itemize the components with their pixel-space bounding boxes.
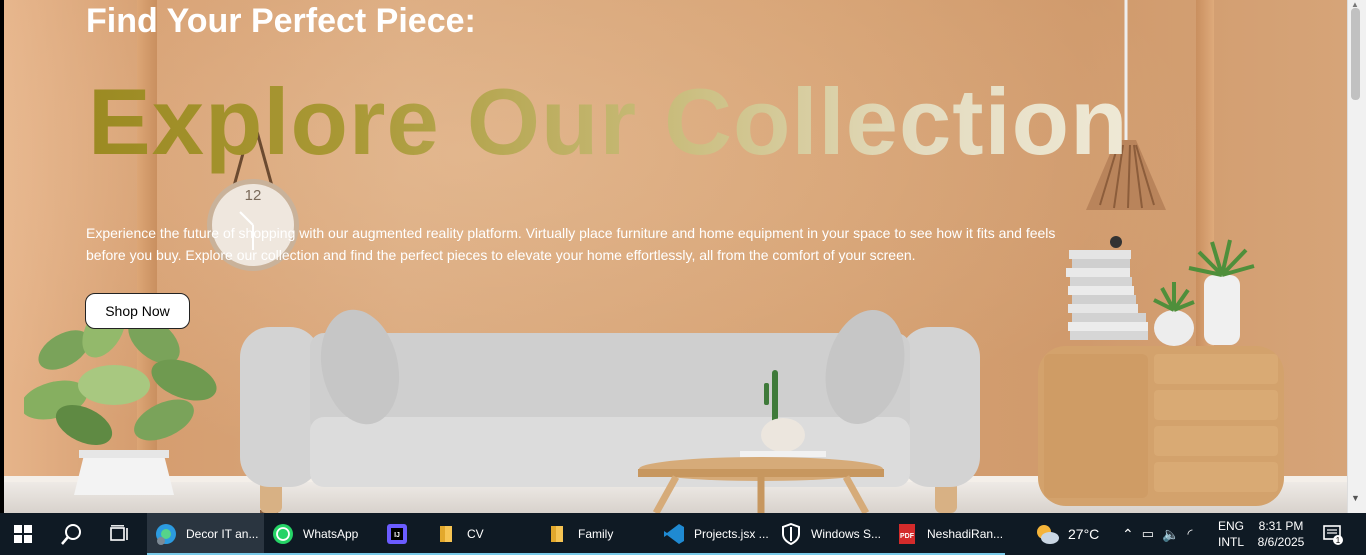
taskbar-app-label: Decor IT an... bbox=[186, 527, 259, 541]
taskbar-app-label: Windows S... bbox=[811, 527, 882, 541]
windows-taskbar: Decor IT an... WhatsApp IJ CV Family Projects… bbox=[0, 513, 1366, 555]
pdf-icon: PDF bbox=[895, 522, 919, 546]
whatsapp-icon bbox=[271, 522, 295, 546]
book-stack bbox=[740, 451, 826, 457]
taskbar-app-label: CV bbox=[467, 527, 484, 541]
cactus-pot bbox=[761, 418, 805, 452]
search-icon bbox=[61, 524, 81, 545]
wifi-icon[interactable]: ◜ bbox=[1187, 526, 1192, 542]
taskbar-app-label: WhatsApp bbox=[303, 527, 359, 541]
taskbar-app-family[interactable]: Family bbox=[539, 513, 655, 555]
taskbar-app-projects-jsx[interactable]: Projects.jsx ... bbox=[655, 513, 772, 555]
taskbar-app-whatsapp[interactable]: WhatsApp bbox=[264, 513, 378, 555]
notification-icon: 1 bbox=[1323, 525, 1343, 545]
search-button[interactable] bbox=[60, 513, 84, 555]
sofa-arm-right bbox=[900, 327, 980, 487]
task-view-button[interactable] bbox=[108, 513, 130, 555]
svg-text:PDF: PDF bbox=[900, 533, 915, 540]
taskbar-app-cv[interactable]: CV bbox=[428, 513, 539, 555]
clock-numeral-12: 12 bbox=[245, 187, 262, 204]
scrollbar-thumb[interactable] bbox=[1351, 8, 1360, 100]
sofa-arm-left bbox=[240, 327, 320, 487]
notification-center-button[interactable]: 1 bbox=[1322, 513, 1344, 555]
keyboard-layout: INTL bbox=[1218, 535, 1245, 549]
clock-time: 8:31 PM bbox=[1258, 519, 1304, 533]
weather-temperature: 27°C bbox=[1068, 526, 1100, 542]
weather-partly-cloudy-icon bbox=[1037, 525, 1059, 544]
battery-icon[interactable]: ▭ bbox=[1142, 526, 1154, 542]
folder-icon bbox=[546, 522, 570, 546]
hero-description: Experience the future of shopping with o… bbox=[86, 225, 1056, 263]
volume-icon[interactable]: 🔈 bbox=[1162, 526, 1179, 543]
hero-headline: Explore Our Collection bbox=[88, 69, 1129, 174]
language-code: ENG bbox=[1218, 519, 1245, 533]
weather-widget[interactable]: 27°C bbox=[1034, 513, 1099, 555]
task-view-icon bbox=[110, 525, 128, 541]
taskbar-app-neshadiran[interactable]: PDF NeshadiRan... bbox=[888, 513, 1005, 555]
plant-pot-small bbox=[1154, 310, 1194, 346]
hero-section: 12 Find Your Perfect Piece: Explore Our … bbox=[4, 0, 1347, 513]
scroll-down-arrow-icon[interactable]: ▼ bbox=[1351, 493, 1360, 503]
coffee-table-illustration bbox=[638, 370, 884, 513]
intellij-icon: IJ bbox=[385, 522, 409, 546]
folder-icon bbox=[435, 522, 459, 546]
taskbar-app-label: NeshadiRan... bbox=[927, 527, 1004, 541]
input-language-indicator[interactable]: ENG INTL bbox=[1218, 513, 1244, 555]
svg-text:IJ: IJ bbox=[394, 532, 400, 539]
windows-logo-icon bbox=[14, 525, 32, 543]
sideboard-illustration bbox=[1038, 236, 1284, 506]
shop-now-button[interactable]: Shop Now bbox=[85, 293, 190, 329]
plant-pot-left bbox=[74, 455, 174, 495]
taskbar-app-label: Projects.jsx ... bbox=[694, 527, 769, 541]
show-hidden-icons-chevron-icon[interactable]: ⌃ bbox=[1122, 526, 1134, 543]
taskbar-app-label: Family bbox=[578, 527, 614, 541]
vscode-icon bbox=[662, 522, 686, 546]
windows-security-icon bbox=[779, 522, 803, 546]
clock-widget[interactable]: 8:31 PM 8/6/2025 bbox=[1256, 513, 1306, 555]
hero-title: Find Your Perfect Piece: bbox=[86, 2, 476, 40]
browser-viewport: 12 Find Your Perfect Piece: Explore Our … bbox=[0, 0, 1366, 513]
plant-pot-tall bbox=[1204, 275, 1240, 345]
notification-count: 1 bbox=[1336, 536, 1341, 545]
edge-icon bbox=[154, 522, 178, 546]
taskbar-app-windows-s[interactable]: Windows S... bbox=[772, 513, 888, 555]
taskbar-app-decor-it-an[interactable]: Decor IT an... bbox=[147, 513, 264, 555]
system-tray: ⌃ ▭ 🔈 ◜ bbox=[1122, 513, 1193, 555]
start-button[interactable] bbox=[14, 513, 32, 555]
taskbar-app-intellij[interactable]: IJ bbox=[378, 513, 428, 555]
clock-date: 8/6/2025 bbox=[1257, 535, 1305, 549]
